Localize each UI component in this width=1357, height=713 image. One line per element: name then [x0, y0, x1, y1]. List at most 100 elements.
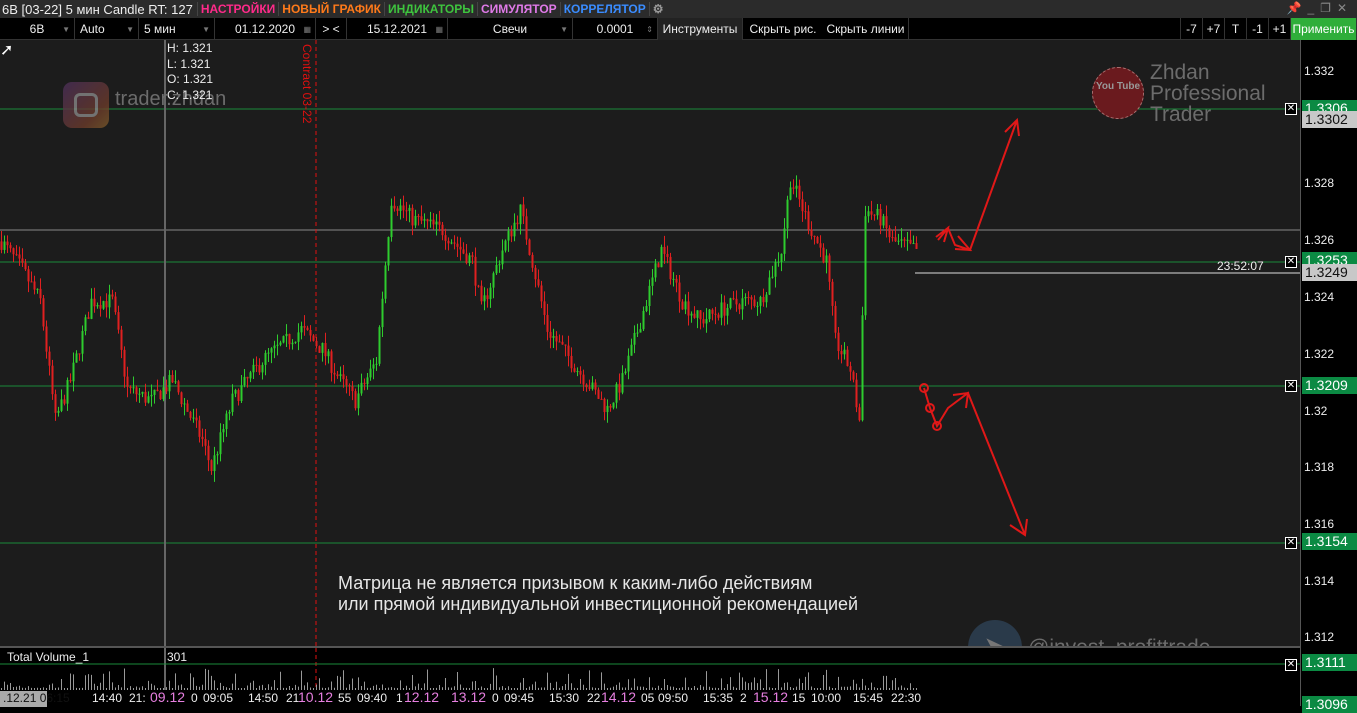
candle-body	[165, 387, 168, 392]
candle-body	[510, 230, 513, 237]
remove-level-icon[interactable]: ✕	[1285, 537, 1297, 549]
bar-timer: 23:52:07	[1217, 259, 1264, 273]
remove-level-icon[interactable]: ✕	[1285, 103, 1297, 115]
candle-body	[816, 237, 819, 244]
candle-body	[639, 329, 642, 333]
hide-drawings-button[interactable]: Скрыть рис.	[743, 18, 823, 40]
candle-body	[528, 239, 531, 255]
candle-body	[126, 376, 129, 387]
minus1-button[interactable]: -1	[1247, 18, 1269, 40]
restore-icon[interactable]: ❐	[1320, 1, 1337, 15]
candle-body	[330, 351, 333, 373]
candle-body	[885, 216, 888, 229]
candle-body	[180, 392, 183, 405]
candle-body	[786, 199, 789, 229]
remove-level-icon[interactable]: ✕	[1285, 659, 1297, 671]
candle-body	[30, 281, 33, 283]
chevron-down-icon: ▼	[62, 24, 70, 34]
candle-body	[666, 253, 669, 257]
candle-body	[729, 298, 732, 308]
plus7-button[interactable]: +7	[1203, 18, 1225, 40]
tick-stepper[interactable]: 0.0001 ⇕	[573, 18, 658, 40]
symbol-select[interactable]: 6B ▼	[0, 18, 75, 40]
menu-simulator[interactable]: СИМУЛЯТОР	[476, 2, 560, 16]
candle-body	[399, 205, 402, 211]
candle-body	[699, 310, 702, 320]
candle-body	[612, 402, 615, 408]
gear-icon[interactable]: ⚙	[648, 2, 667, 16]
timeframe-select[interactable]: 5 мин ▼	[139, 18, 215, 40]
candle-body	[24, 262, 27, 270]
candle-body	[849, 366, 852, 372]
candle-body	[144, 391, 147, 403]
candle-body	[597, 389, 600, 399]
candle-body	[687, 301, 690, 316]
time-label: 15:30	[549, 691, 580, 705]
candle-body	[825, 255, 828, 263]
candle-body	[594, 382, 597, 390]
close-icon[interactable]: ✕	[1337, 1, 1353, 15]
candle-body	[249, 372, 252, 379]
candle-body	[135, 387, 138, 395]
time-label: 22	[587, 691, 601, 705]
candle-body	[495, 264, 498, 274]
calendar-icon[interactable]: ▦	[435, 25, 443, 34]
date-label: 10.12	[298, 689, 334, 705]
range-button[interactable]: > <	[316, 18, 347, 40]
forecast-arrows[interactable]	[919, 117, 1028, 537]
candle-body	[633, 332, 636, 345]
candle-body	[174, 381, 177, 383]
level-price-tag: 1.3096	[1302, 696, 1357, 713]
candle-body	[897, 240, 900, 242]
pin-icon[interactable]: 📌	[1287, 1, 1308, 15]
candle-body	[276, 344, 279, 346]
candle-body	[267, 352, 270, 354]
stepper-icon[interactable]: ⇕	[646, 25, 653, 34]
arrow-down-path	[923, 387, 1026, 536]
title-bar: 6B [03-22] 5 мин Candle RT: 127 НАСТРОЙК…	[0, 0, 1357, 18]
chart-type-select[interactable]: Свечи ▼	[448, 18, 573, 40]
plus1-button[interactable]: +1	[1269, 18, 1291, 40]
menu-new-chart[interactable]: НОВЫЙ ГРАФИК	[278, 2, 384, 16]
high-value: H: 1.321	[167, 41, 213, 55]
menu-indicators[interactable]: ИНДИКАТОРЫ	[383, 2, 477, 16]
candle-body	[807, 211, 810, 230]
remove-level-icon[interactable]: ✕	[1285, 256, 1297, 268]
tools-button[interactable]: Инструменты	[658, 18, 743, 40]
candle-body	[693, 313, 696, 318]
candle-body	[648, 285, 651, 306]
minimize-icon[interactable]: _	[1307, 1, 1320, 15]
candle-body	[501, 250, 504, 265]
apply-button[interactable]: Применить	[1291, 18, 1357, 40]
candle-body	[216, 454, 219, 456]
date-to-input[interactable]: 15.12.2021 ▦	[347, 18, 448, 40]
hide-lines-button[interactable]: Скрыть линии	[823, 18, 909, 40]
candle-body	[342, 374, 345, 380]
candle-body	[282, 336, 285, 343]
t-button[interactable]: T	[1225, 18, 1247, 40]
candle-body	[210, 460, 213, 472]
minus7-button[interactable]: -7	[1181, 18, 1203, 40]
menu-correlator[interactable]: КОРРЕЛЯТОР	[559, 2, 649, 16]
candle-body	[303, 326, 306, 328]
price-chart[interactable]: trader.zhdan You Tube Zhdan Professional T…	[0, 40, 1300, 646]
candle-body	[93, 298, 96, 307]
candle-body	[213, 455, 216, 472]
brand-line: Trader	[1150, 103, 1212, 126]
candle-body	[717, 314, 720, 318]
scale-select[interactable]: Auto ▼	[75, 18, 139, 40]
candle-body	[444, 235, 447, 241]
date-from-input[interactable]: 01.12.2020 ▦	[215, 18, 316, 40]
price-tick: 1.324	[1304, 290, 1335, 304]
candle-body	[348, 385, 351, 387]
candle-body	[264, 352, 267, 365]
price-axis[interactable]: 1.332 1.328 1.326 1.324 1.322 1.32 1.318…	[1300, 40, 1357, 713]
brand-line: Zhdan	[1150, 61, 1210, 84]
candle-body	[795, 185, 798, 189]
candle-body	[450, 242, 453, 244]
menu-settings[interactable]: НАСТРОЙКИ	[196, 2, 278, 16]
calendar-icon[interactable]: ▦	[303, 25, 311, 34]
remove-level-icon[interactable]: ✕	[1285, 380, 1297, 392]
candle-body	[429, 219, 432, 222]
time-label: 2	[740, 691, 747, 705]
